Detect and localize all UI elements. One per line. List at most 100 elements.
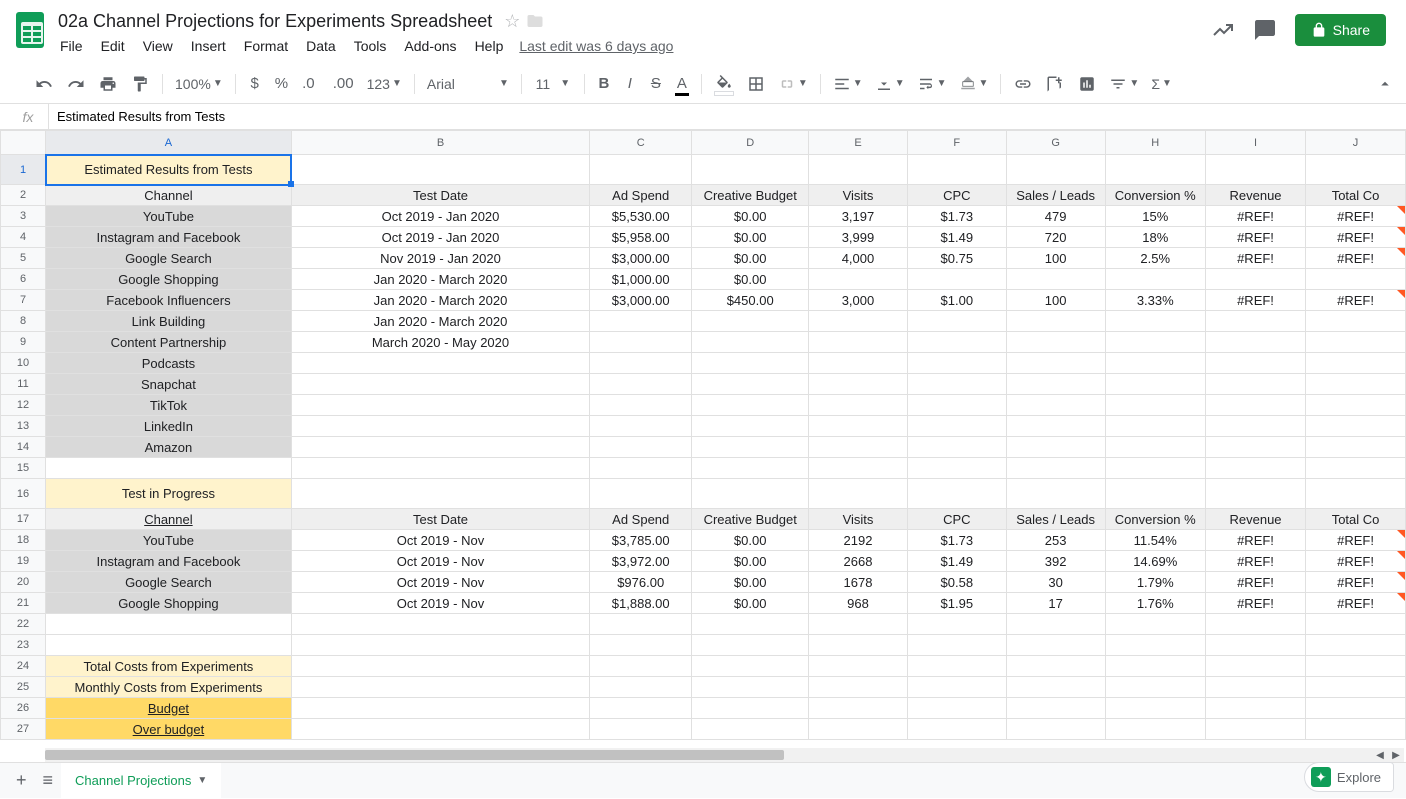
- cell-B16[interactable]: [291, 479, 589, 509]
- italic-button[interactable]: I: [619, 72, 641, 96]
- cell-J27[interactable]: [1306, 719, 1406, 740]
- cell-E20[interactable]: 1678: [809, 572, 908, 593]
- cell-G17[interactable]: Sales / Leads: [1006, 509, 1105, 530]
- cell-D16[interactable]: [692, 479, 809, 509]
- cell-G13[interactable]: [1006, 416, 1105, 437]
- cell-E14[interactable]: [809, 437, 908, 458]
- cell-A17[interactable]: Channel: [46, 509, 292, 530]
- col-header-H[interactable]: H: [1105, 131, 1205, 155]
- cell-D10[interactable]: [692, 353, 809, 374]
- merge-button[interactable]: ▼: [774, 73, 812, 95]
- cell-I15[interactable]: [1205, 458, 1305, 479]
- cell-H27[interactable]: [1105, 719, 1205, 740]
- cell-E27[interactable]: [809, 719, 908, 740]
- cell-J14[interactable]: [1306, 437, 1406, 458]
- cell-C17[interactable]: Ad Spend: [590, 509, 692, 530]
- cell-B7[interactable]: Jan 2020 - March 2020: [291, 290, 589, 311]
- menu-format[interactable]: Format: [236, 34, 296, 58]
- row-header-5[interactable]: 5: [1, 248, 46, 269]
- cell-A8[interactable]: Link Building: [46, 311, 292, 332]
- cell-H15[interactable]: [1105, 458, 1205, 479]
- cell-F12[interactable]: [907, 395, 1006, 416]
- cell-H21[interactable]: 1.76%: [1105, 593, 1205, 614]
- cell-J10[interactable]: [1306, 353, 1406, 374]
- cell-J13[interactable]: [1306, 416, 1406, 437]
- row-header-3[interactable]: 3: [1, 206, 46, 227]
- cell-E5[interactable]: 4,000: [809, 248, 908, 269]
- cell-H2[interactable]: Conversion %: [1105, 185, 1205, 206]
- cell-D9[interactable]: [692, 332, 809, 353]
- cell-B20[interactable]: Oct 2019 - Nov: [291, 572, 589, 593]
- spreadsheet-grid[interactable]: ABCDEFGHIJ1Estimated Results from Tests2…: [0, 130, 1406, 740]
- cell-A15[interactable]: [46, 458, 292, 479]
- cell-G12[interactable]: [1006, 395, 1105, 416]
- cell-D4[interactable]: $0.00: [692, 227, 809, 248]
- cell-C20[interactable]: $976.00: [590, 572, 692, 593]
- zoom-select[interactable]: 100%▼: [171, 74, 227, 94]
- all-sheets-button[interactable]: ≡: [35, 764, 62, 797]
- cell-A11[interactable]: Snapchat: [46, 374, 292, 395]
- cell-H3[interactable]: 15%: [1105, 206, 1205, 227]
- cell-E22[interactable]: [809, 614, 908, 635]
- cell-E1[interactable]: [809, 155, 908, 185]
- cell-I16[interactable]: [1205, 479, 1305, 509]
- cell-I19[interactable]: #REF!: [1205, 551, 1305, 572]
- cell-G8[interactable]: [1006, 311, 1105, 332]
- cell-E18[interactable]: 2192: [809, 530, 908, 551]
- col-header-F[interactable]: F: [907, 131, 1006, 155]
- cell-I13[interactable]: [1205, 416, 1305, 437]
- cell-B24[interactable]: [291, 656, 589, 677]
- cell-H17[interactable]: Conversion %: [1105, 509, 1205, 530]
- cell-B9[interactable]: March 2020 - May 2020: [291, 332, 589, 353]
- cell-J12[interactable]: [1306, 395, 1406, 416]
- cell-G26[interactable]: [1006, 698, 1105, 719]
- cell-A5[interactable]: Google Search: [46, 248, 292, 269]
- cell-I11[interactable]: [1205, 374, 1305, 395]
- cell-F21[interactable]: $1.95: [907, 593, 1006, 614]
- menu-insert[interactable]: Insert: [183, 34, 234, 58]
- cell-E6[interactable]: [809, 269, 908, 290]
- cell-B14[interactable]: [291, 437, 589, 458]
- cell-D26[interactable]: [692, 698, 809, 719]
- cell-A25[interactable]: Monthly Costs from Experiments: [46, 677, 292, 698]
- cell-J22[interactable]: [1306, 614, 1406, 635]
- cell-F6[interactable]: [907, 269, 1006, 290]
- cell-G11[interactable]: [1006, 374, 1105, 395]
- cell-D6[interactable]: $0.00: [692, 269, 809, 290]
- share-button[interactable]: Share: [1295, 14, 1386, 46]
- cell-G6[interactable]: [1006, 269, 1105, 290]
- cell-I2[interactable]: Revenue: [1205, 185, 1305, 206]
- borders-button[interactable]: [742, 72, 770, 96]
- cell-J15[interactable]: [1306, 458, 1406, 479]
- cell-J23[interactable]: [1306, 635, 1406, 656]
- cell-I14[interactable]: [1205, 437, 1305, 458]
- cell-C27[interactable]: [590, 719, 692, 740]
- cell-I22[interactable]: [1205, 614, 1305, 635]
- cell-B26[interactable]: [291, 698, 589, 719]
- cell-I10[interactable]: [1205, 353, 1305, 374]
- cell-B21[interactable]: Oct 2019 - Nov: [291, 593, 589, 614]
- cell-I7[interactable]: #REF!: [1205, 290, 1305, 311]
- text-color-button[interactable]: A: [671, 72, 693, 96]
- cell-G1[interactable]: [1006, 155, 1105, 185]
- percent-button[interactable]: %: [270, 72, 293, 96]
- strike-button[interactable]: S: [645, 72, 667, 96]
- cell-E3[interactable]: 3,197: [809, 206, 908, 227]
- cell-J24[interactable]: [1306, 656, 1406, 677]
- cell-F3[interactable]: $1.73: [907, 206, 1006, 227]
- cell-E13[interactable]: [809, 416, 908, 437]
- cell-J3[interactable]: #REF!: [1306, 206, 1406, 227]
- cell-H8[interactable]: [1105, 311, 1205, 332]
- cell-A18[interactable]: YouTube: [46, 530, 292, 551]
- col-header-C[interactable]: C: [590, 131, 692, 155]
- cell-F10[interactable]: [907, 353, 1006, 374]
- cell-E19[interactable]: 2668: [809, 551, 908, 572]
- cell-G14[interactable]: [1006, 437, 1105, 458]
- cell-J9[interactable]: [1306, 332, 1406, 353]
- cell-D21[interactable]: $0.00: [692, 593, 809, 614]
- cell-D14[interactable]: [692, 437, 809, 458]
- cell-C23[interactable]: [590, 635, 692, 656]
- cell-D12[interactable]: [692, 395, 809, 416]
- app-logo[interactable]: [8, 8, 52, 48]
- cell-C7[interactable]: $3,000.00: [590, 290, 692, 311]
